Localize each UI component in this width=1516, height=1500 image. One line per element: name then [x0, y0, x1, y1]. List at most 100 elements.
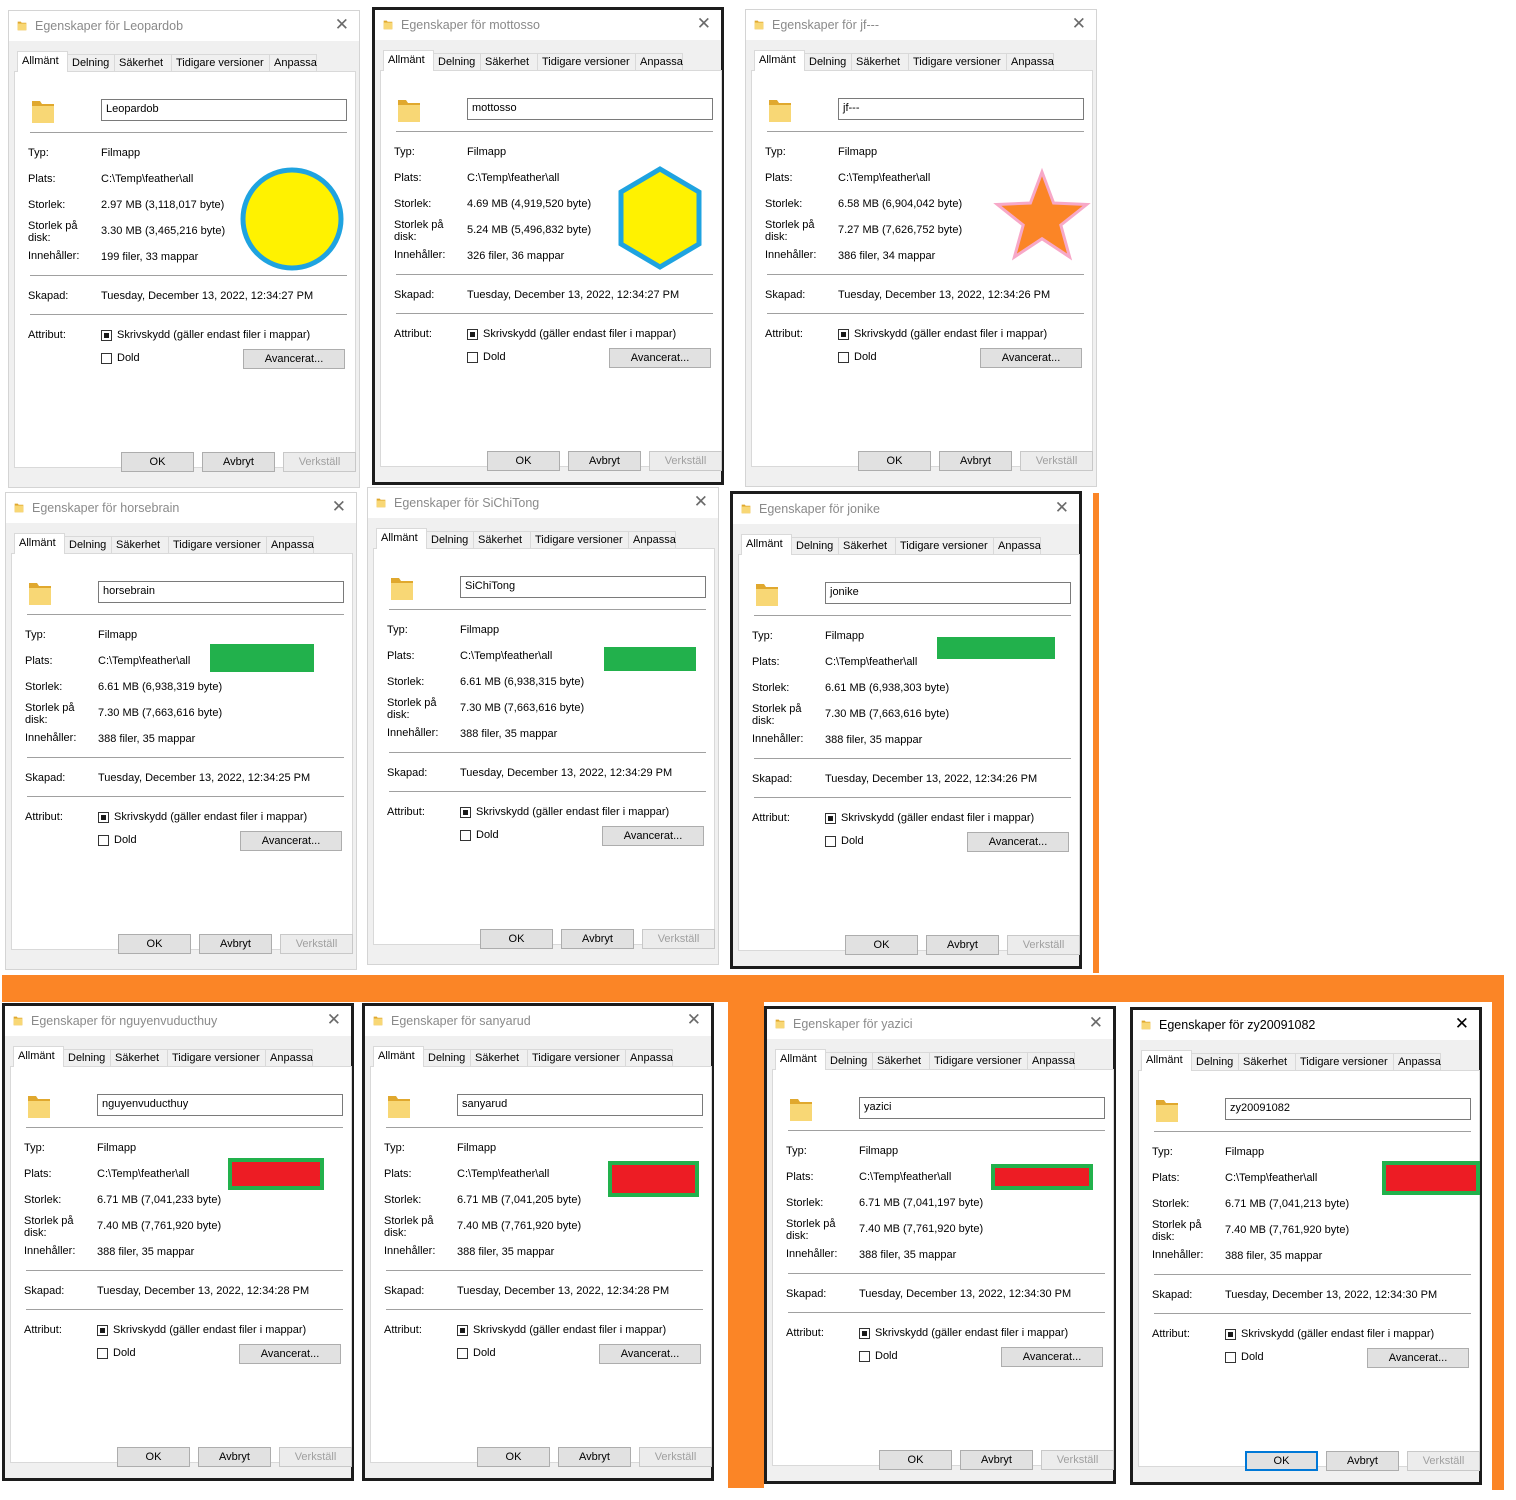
tab-3[interactable]: Tidigare versioner [171, 54, 270, 71]
tab-4[interactable]: Anpassa [265, 1049, 313, 1066]
hidden-checkbox[interactable] [838, 352, 849, 363]
tab-1[interactable]: Delning [433, 53, 481, 70]
folder-name-field[interactable]: jonike [825, 582, 1071, 604]
tab-1[interactable]: Delning [63, 1049, 111, 1066]
cancel-button[interactable]: Avbryt [1326, 1451, 1399, 1471]
close-icon[interactable]: ✕ [1055, 498, 1069, 518]
ok-button[interactable]: OK [845, 935, 918, 955]
ok-button[interactable]: OK [118, 934, 191, 954]
tab-2[interactable]: Säkerhet [111, 536, 169, 553]
tab-4[interactable]: Anpassa [266, 536, 314, 553]
advanced-button[interactable]: Avancerat... [239, 1344, 341, 1364]
readonly-checkbox[interactable] [97, 1325, 108, 1336]
folder-name-field[interactable]: sanyarud [457, 1094, 703, 1116]
cancel-button[interactable]: Avbryt [202, 452, 275, 472]
tab-0[interactable]: Allmänt [17, 51, 68, 72]
title-bar[interactable]: Egenskaper för jonike ✕ [733, 494, 1079, 524]
advanced-button[interactable]: Avancerat... [1367, 1348, 1469, 1368]
tab-3[interactable]: Tidigare versioner [895, 537, 994, 554]
tab-2[interactable]: Säkerhet [1238, 1053, 1296, 1070]
hidden-checkbox[interactable] [859, 1351, 870, 1362]
folder-name-field[interactable]: Leopardob [101, 99, 347, 121]
tab-4[interactable]: Anpassa [628, 531, 676, 548]
readonly-checkbox[interactable] [1225, 1329, 1236, 1340]
cancel-button[interactable]: Avbryt [926, 935, 999, 955]
readonly-checkbox[interactable] [859, 1328, 870, 1339]
tab-0[interactable]: Allmänt [14, 533, 65, 554]
tab-4[interactable]: Anpassa [1393, 1053, 1441, 1070]
readonly-checkbox[interactable] [467, 329, 478, 340]
tab-2[interactable]: Säkerhet [851, 53, 909, 70]
tab-4[interactable]: Anpassa [635, 53, 683, 70]
folder-name-field[interactable]: SiChiTong [460, 576, 706, 598]
advanced-button[interactable]: Avancerat... [240, 831, 342, 851]
tab-4[interactable]: Anpassa [625, 1049, 673, 1066]
cancel-button[interactable]: Avbryt [198, 1447, 271, 1467]
ok-button[interactable]: OK [121, 452, 194, 472]
tab-1[interactable]: Delning [1191, 1053, 1239, 1070]
advanced-button[interactable]: Avancerat... [609, 348, 711, 368]
title-bar[interactable]: Egenskaper för SiChiTong ✕ [368, 488, 718, 518]
title-bar[interactable]: Egenskaper för jf--- ✕ [746, 10, 1096, 40]
ok-button[interactable]: OK [858, 451, 931, 471]
advanced-button[interactable]: Avancerat... [599, 1344, 701, 1364]
tab-0[interactable]: Allmänt [13, 1046, 64, 1067]
tab-2[interactable]: Säkerhet [114, 54, 172, 71]
close-icon[interactable]: ✕ [687, 1010, 701, 1030]
tab-4[interactable]: Anpassa [993, 537, 1041, 554]
apply-button[interactable]: Verkställ [639, 1447, 712, 1467]
apply-button[interactable]: Verkställ [1041, 1450, 1114, 1470]
tab-1[interactable]: Delning [791, 537, 839, 554]
folder-name-field[interactable]: yazici [859, 1097, 1105, 1119]
advanced-button[interactable]: Avancerat... [980, 348, 1082, 368]
folder-name-field[interactable]: jf--- [838, 98, 1084, 120]
tab-2[interactable]: Säkerhet [872, 1052, 930, 1069]
tab-0[interactable]: Allmänt [383, 50, 434, 71]
tab-3[interactable]: Tidigare versioner [929, 1052, 1028, 1069]
title-bar[interactable]: Egenskaper för nguyenvuducthuy ✕ [5, 1006, 351, 1036]
folder-name-field[interactable]: zy20091082 [1225, 1098, 1471, 1120]
hidden-checkbox[interactable] [457, 1348, 468, 1359]
close-icon[interactable]: ✕ [1455, 1014, 1469, 1034]
readonly-checkbox[interactable] [101, 330, 112, 341]
close-icon[interactable]: ✕ [1072, 14, 1086, 34]
cancel-button[interactable]: Avbryt [960, 1450, 1033, 1470]
close-icon[interactable]: ✕ [332, 497, 346, 517]
apply-button[interactable]: Verkställ [1020, 451, 1093, 471]
folder-name-field[interactable]: nguyenvuducthuy [97, 1094, 343, 1116]
close-icon[interactable]: ✕ [1089, 1013, 1103, 1033]
close-icon[interactable]: ✕ [335, 15, 349, 35]
title-bar[interactable]: Egenskaper för sanyarud ✕ [365, 1006, 711, 1036]
advanced-button[interactable]: Avancerat... [602, 826, 704, 846]
apply-button[interactable]: Verkställ [279, 1447, 352, 1467]
advanced-button[interactable]: Avancerat... [243, 349, 345, 369]
hidden-checkbox[interactable] [467, 352, 478, 363]
hidden-checkbox[interactable] [1225, 1352, 1236, 1363]
apply-button[interactable]: Verkställ [280, 934, 353, 954]
apply-button[interactable]: Verkställ [1007, 935, 1080, 955]
ok-button[interactable]: OK [477, 1447, 550, 1467]
ok-button[interactable]: OK [1245, 1451, 1318, 1471]
tab-3[interactable]: Tidigare versioner [527, 1049, 626, 1066]
tab-2[interactable]: Säkerhet [110, 1049, 168, 1066]
tab-1[interactable]: Delning [64, 536, 112, 553]
cancel-button[interactable]: Avbryt [561, 929, 634, 949]
ok-button[interactable]: OK [879, 1450, 952, 1470]
cancel-button[interactable]: Avbryt [939, 451, 1012, 471]
title-bar[interactable]: Egenskaper för zy20091082 ✕ [1133, 1010, 1479, 1040]
tab-4[interactable]: Anpassa [1027, 1052, 1075, 1069]
title-bar[interactable]: Egenskaper för horsebrain ✕ [6, 493, 356, 523]
apply-button[interactable]: Verkställ [649, 451, 722, 471]
ok-button[interactable]: OK [487, 451, 560, 471]
tab-1[interactable]: Delning [423, 1049, 471, 1066]
tab-0[interactable]: Allmänt [1141, 1050, 1192, 1071]
tab-2[interactable]: Säkerhet [470, 1049, 528, 1066]
readonly-checkbox[interactable] [838, 329, 849, 340]
readonly-checkbox[interactable] [98, 812, 109, 823]
advanced-button[interactable]: Avancerat... [1001, 1347, 1103, 1367]
tab-0[interactable]: Allmänt [754, 50, 805, 71]
tab-4[interactable]: Anpassa [1006, 53, 1054, 70]
tab-2[interactable]: Säkerhet [838, 537, 896, 554]
tab-0[interactable]: Allmänt [376, 528, 427, 549]
close-icon[interactable]: ✕ [697, 14, 711, 34]
